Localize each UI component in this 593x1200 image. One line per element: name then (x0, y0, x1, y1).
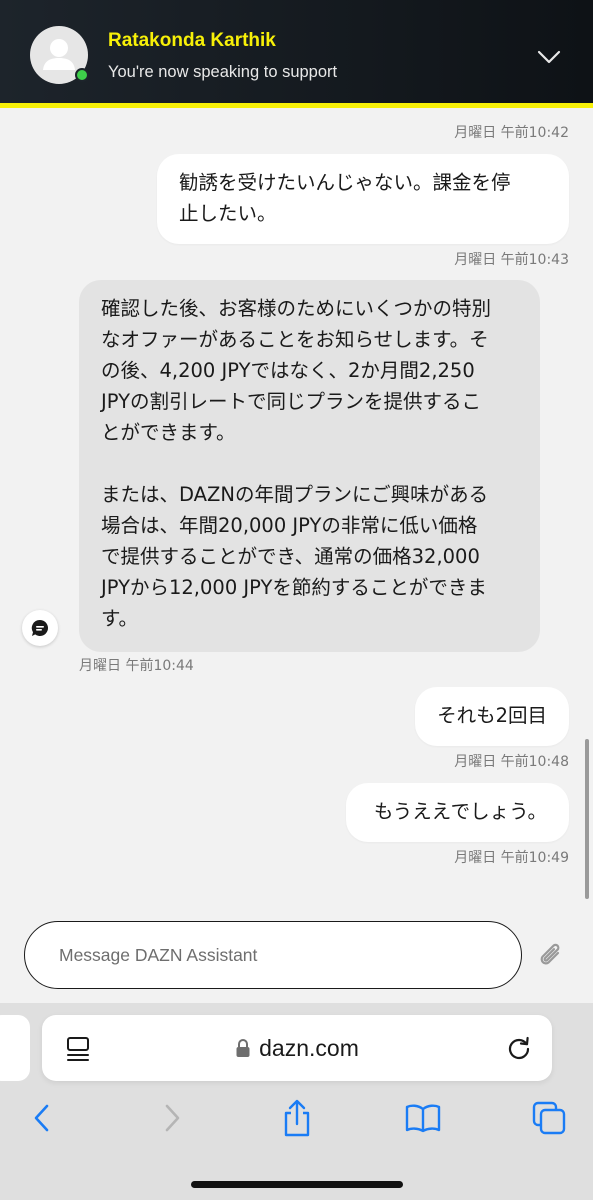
outgoing-message: もうええでしょう。 (345, 783, 569, 842)
home-indicator[interactable] (191, 1181, 403, 1188)
forward-button[interactable] (152, 1095, 192, 1141)
share-button[interactable] (277, 1095, 317, 1141)
bookmarks-icon (405, 1104, 441, 1133)
paperclip-icon (540, 943, 560, 965)
message-text: もうええでしょう。 (373, 800, 547, 823)
message-timestamp: 月曜日 午前10:44 (79, 658, 194, 674)
message-timestamp: 月曜日 午前10:48 (454, 754, 569, 770)
url-display: dazn.com (42, 1015, 552, 1081)
outgoing-message: 勧誘を受けたいんじゃない。課金を停 止したい。 (157, 154, 569, 244)
chat-transcript: 月曜日 午前10:42 勧誘を受けたいんじゃない。課金を停 止したい。 月曜日 … (0, 113, 593, 923)
lock-icon (236, 1039, 250, 1057)
message-text: それも2回目 (437, 704, 547, 727)
tabs-button[interactable] (529, 1095, 569, 1141)
chat-scrollbar[interactable] (585, 739, 589, 899)
tabs-icon (532, 1101, 566, 1135)
chevron-down-icon (537, 50, 561, 64)
bookmarks-button[interactable] (403, 1095, 443, 1141)
message-text: 勧誘を受けたいんじゃない。課金を停 止したい。 (179, 171, 511, 225)
previous-tab[interactable] (0, 1015, 30, 1081)
collapse-button[interactable] (532, 40, 566, 74)
reload-button[interactable] (504, 1033, 534, 1063)
browser-nav-bar (0, 1095, 593, 1145)
reload-icon (508, 1036, 530, 1060)
message-timestamp: 月曜日 午前10:42 (454, 125, 569, 141)
address-bar[interactable]: dazn.com (42, 1015, 552, 1081)
attach-button[interactable] (534, 938, 568, 974)
message-text: 確認した後、お客様のためにいくつかの特別 なオファーがあることをお知らせします。… (101, 297, 492, 630)
assistant-badge (22, 610, 58, 646)
outgoing-message: それも2回目 (415, 687, 569, 746)
agent-status: You're now speaking to support (108, 63, 338, 81)
incoming-message: 確認した後、お客様のためにいくつかの特別 なオファーがあることをお知らせします。… (79, 280, 540, 652)
back-button[interactable] (22, 1095, 62, 1141)
browser-toolbar: dazn.com (0, 1003, 593, 1200)
message-input[interactable] (59, 922, 499, 988)
chat-bubble-icon (31, 619, 48, 636)
agent-name: Ratakonda Karthik (108, 30, 276, 51)
url-text: dazn.com (259, 1034, 359, 1061)
message-timestamp: 月曜日 午前10:49 (454, 850, 569, 866)
message-timestamp: 月曜日 午前10:43 (454, 252, 569, 268)
chat-header: Ratakonda Karthik You're now speaking to… (0, 0, 593, 108)
share-icon (284, 1099, 310, 1137)
message-composer (24, 921, 522, 989)
back-arrow-icon (34, 1104, 49, 1132)
online-status-dot (75, 68, 89, 82)
forward-arrow-icon (165, 1104, 180, 1132)
